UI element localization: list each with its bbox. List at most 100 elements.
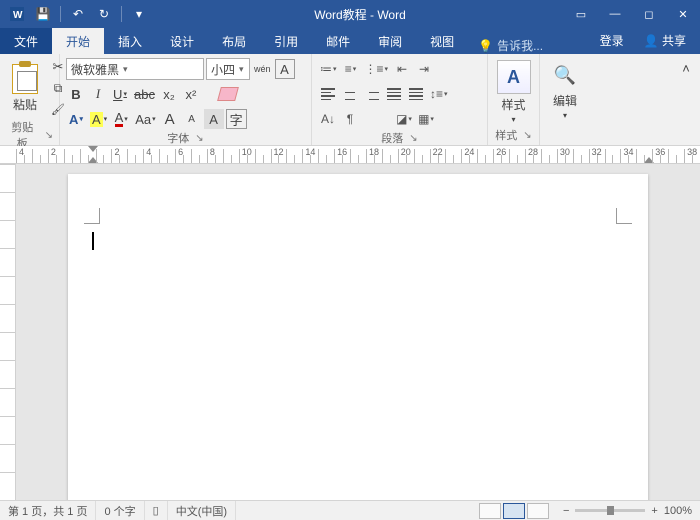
align-justify-icon[interactable] <box>384 84 404 104</box>
tab-view[interactable]: 视图 <box>416 28 468 54</box>
svg-text:W: W <box>13 10 23 21</box>
change-case-icon[interactable]: Aa▾ <box>133 109 157 129</box>
share-icon: 👤 <box>644 34 659 48</box>
zoom-control: − + 100% <box>555 505 700 517</box>
undo-icon[interactable]: ↶ <box>67 3 89 25</box>
tab-insert[interactable]: 插入 <box>104 28 156 54</box>
styles-button[interactable]: A 样式 ▾ <box>494 58 533 126</box>
group-paragraph: ≔▾ ≡▾ ⋮≡▾ ⇤ ⇥ ↕≡▾ A↓ ¶ ◪▾ ▦▾ 段 <box>312 54 488 145</box>
web-layout-icon[interactable] <box>527 503 549 519</box>
underline-button[interactable]: U▾ <box>110 84 130 104</box>
bold-button[interactable]: B <box>66 84 86 104</box>
login-link[interactable]: 登录 <box>590 27 634 54</box>
highlight-icon[interactable]: A▾ <box>88 109 109 129</box>
group-paragraph-label: 段落 <box>381 130 403 146</box>
tab-file[interactable]: 文件 <box>0 28 52 54</box>
styles-icon: A <box>497 60 531 94</box>
font-size-combo[interactable]: 小四▾ <box>206 58 250 80</box>
print-layout-icon[interactable] <box>503 503 525 519</box>
zoom-level[interactable]: 100% <box>664 505 692 517</box>
status-page[interactable]: 第 1 页，共 1 页 <box>0 501 96 520</box>
find-icon <box>550 60 580 90</box>
font-name-combo[interactable]: 微软雅黑▾ <box>66 58 204 80</box>
paste-icon <box>12 64 38 94</box>
paragraph-launcher-icon[interactable]: ↘ <box>409 133 417 144</box>
decrease-indent-icon[interactable]: ⇤ <box>392 59 412 79</box>
align-distribute-icon[interactable] <box>406 84 426 104</box>
text-effects-icon[interactable]: A▾ <box>66 109 86 129</box>
collapse-ribbon-icon[interactable]: ˄ <box>676 58 696 78</box>
workspace <box>0 164 700 500</box>
char-border-icon[interactable]: A <box>275 59 295 79</box>
clear-format-icon[interactable] <box>217 84 239 104</box>
grow-font-icon[interactable]: A <box>160 109 180 129</box>
font-launcher-icon[interactable]: ↘ <box>195 133 203 144</box>
ribbon-display-icon[interactable]: ▭ <box>564 0 598 28</box>
horizontal-ruler[interactable]: 422468101214161820222426283032343638 <box>0 146 700 164</box>
show-marks-icon[interactable]: ¶ <box>340 109 360 129</box>
tab-mailings[interactable]: 邮件 <box>312 28 364 54</box>
paste-button[interactable]: 粘贴 <box>6 58 44 118</box>
view-buttons <box>473 503 555 519</box>
ribbon: 粘贴 剪贴板↘ 微软雅黑▾ 小四▾ wén A B I U▾ abc <box>0 54 700 146</box>
subscript-button[interactable]: x₂ <box>159 84 179 104</box>
zoom-out-icon[interactable]: − <box>563 505 569 517</box>
status-language[interactable]: 中文(中国) <box>168 501 236 520</box>
tell-me-search[interactable]: 💡 告诉我... <box>468 37 590 54</box>
increase-indent-icon[interactable]: ⇥ <box>414 59 434 79</box>
superscript-button[interactable]: x² <box>181 84 201 104</box>
font-color-icon[interactable]: A▾ <box>111 109 131 129</box>
clipboard-launcher-icon[interactable]: ↘ <box>45 130 53 141</box>
tab-layout[interactable]: 布局 <box>208 28 260 54</box>
tab-design[interactable]: 设计 <box>156 28 208 54</box>
align-center-icon[interactable] <box>340 84 360 104</box>
bullets-icon[interactable]: ≔▾ <box>318 59 339 79</box>
zoom-slider[interactable] <box>575 509 645 512</box>
page[interactable] <box>68 174 648 500</box>
share-button[interactable]: 👤 共享 <box>634 27 696 54</box>
group-clipboard: 粘贴 剪贴板↘ <box>0 54 60 145</box>
tab-references[interactable]: 引用 <box>260 28 312 54</box>
window-title: Word教程 - Word <box>156 6 564 23</box>
status-bar: 第 1 页，共 1 页 0 个字 ▯ 中文(中国) − + 100% <box>0 500 700 520</box>
vertical-ruler[interactable] <box>0 164 16 500</box>
status-word-count[interactable]: 0 个字 <box>96 501 144 520</box>
tab-home[interactable]: 开始 <box>52 28 104 54</box>
phonetic-guide-icon[interactable]: wén <box>252 59 273 79</box>
status-proofing-icon[interactable]: ▯ <box>145 501 168 520</box>
app-icon[interactable]: W <box>6 3 28 25</box>
shading-icon[interactable]: ◪▾ <box>394 109 414 129</box>
quick-access-toolbar: W 💾 ↶ ↻ ▾ <box>0 3 156 25</box>
multilevel-icon[interactable]: ⋮≡▾ <box>363 59 391 79</box>
qat-customize-icon[interactable]: ▾ <box>128 3 150 25</box>
enclose-char-icon[interactable]: 字 <box>226 109 247 129</box>
sort-icon[interactable]: A↓ <box>318 109 338 129</box>
redo-icon[interactable]: ↻ <box>93 3 115 25</box>
title-bar: W 💾 ↶ ↻ ▾ Word教程 - Word ▭ — ◻ ✕ <box>0 0 700 28</box>
maximize-icon[interactable]: ◻ <box>632 0 666 28</box>
strike-button[interactable]: abc <box>132 84 157 104</box>
group-styles-label: 样式 <box>495 127 517 143</box>
margin-corner-tr <box>616 208 632 224</box>
borders-icon[interactable]: ▦▾ <box>416 109 436 129</box>
char-shading-icon[interactable]: A <box>204 109 224 129</box>
document-area[interactable] <box>16 164 700 500</box>
styles-launcher-icon[interactable]: ↘ <box>523 130 531 141</box>
italic-button[interactable]: I <box>88 84 108 104</box>
line-spacing-icon[interactable]: ↕≡▾ <box>428 84 450 104</box>
save-icon[interactable]: 💾 <box>32 3 54 25</box>
numbering-icon[interactable]: ≡▾ <box>341 59 361 79</box>
ribbon-tabs: 文件 开始 插入 设计 布局 引用 邮件 审阅 视图 💡 告诉我... 登录 👤… <box>0 28 700 54</box>
tell-me-placeholder: 告诉我... <box>497 37 543 54</box>
align-right-icon[interactable] <box>362 84 382 104</box>
zoom-in-icon[interactable]: + <box>651 505 657 517</box>
read-mode-icon[interactable] <box>479 503 501 519</box>
margin-corner-tl <box>84 208 100 224</box>
lightbulb-icon: 💡 <box>478 39 493 53</box>
shrink-font-icon[interactable]: A <box>182 109 202 129</box>
editing-button[interactable]: 编辑 ▾ <box>546 58 584 122</box>
close-icon[interactable]: ✕ <box>666 0 700 28</box>
align-left-icon[interactable] <box>318 84 338 104</box>
minimize-icon[interactable]: — <box>598 0 632 28</box>
tab-review[interactable]: 审阅 <box>364 28 416 54</box>
